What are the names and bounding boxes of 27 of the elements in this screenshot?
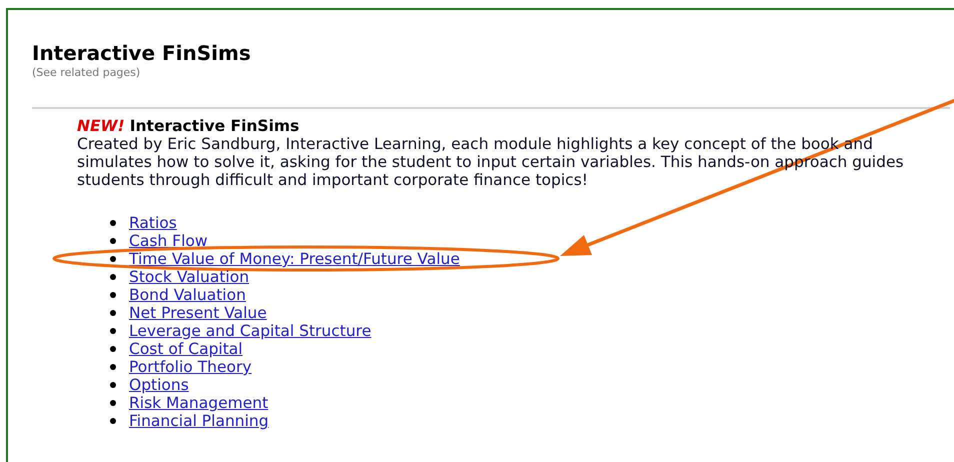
section-heading: Interactive FinSims [130,117,300,135]
module-link[interactable]: Options [129,376,189,394]
page-title: Interactive FinSims [32,40,252,66]
bullet-icon [110,238,116,244]
bullet-icon [110,418,116,424]
bullet-icon [110,328,116,334]
bullet-icon [110,292,116,298]
module-link[interactable]: Net Present Value [129,304,267,322]
bullet-icon [110,310,116,316]
bullet-icon [110,364,116,370]
bullet-icon [110,220,116,226]
new-label: NEW! [77,117,125,135]
related-pages-note: (See related pages) [32,66,142,80]
module-link[interactable]: Financial Planning [129,412,269,430]
module-link[interactable]: Bond Valuation [129,286,246,304]
module-link[interactable]: Leverage and Capital Structure [129,322,372,340]
bullet-icon [110,400,116,406]
module-link[interactable]: Ratios [129,214,177,232]
bullet-icon [110,256,116,262]
module-link[interactable]: Cost of Capital [129,340,243,358]
bullet-icon [110,274,116,280]
module-link[interactable]: Risk Management [129,394,268,412]
bullet-icon [110,382,116,388]
bullet-icon [110,346,116,352]
module-link[interactable]: Cash Flow [129,232,208,250]
module-link[interactable]: Stock Valuation [129,268,250,286]
module-link[interactable]: Portfolio Theory [129,358,252,376]
